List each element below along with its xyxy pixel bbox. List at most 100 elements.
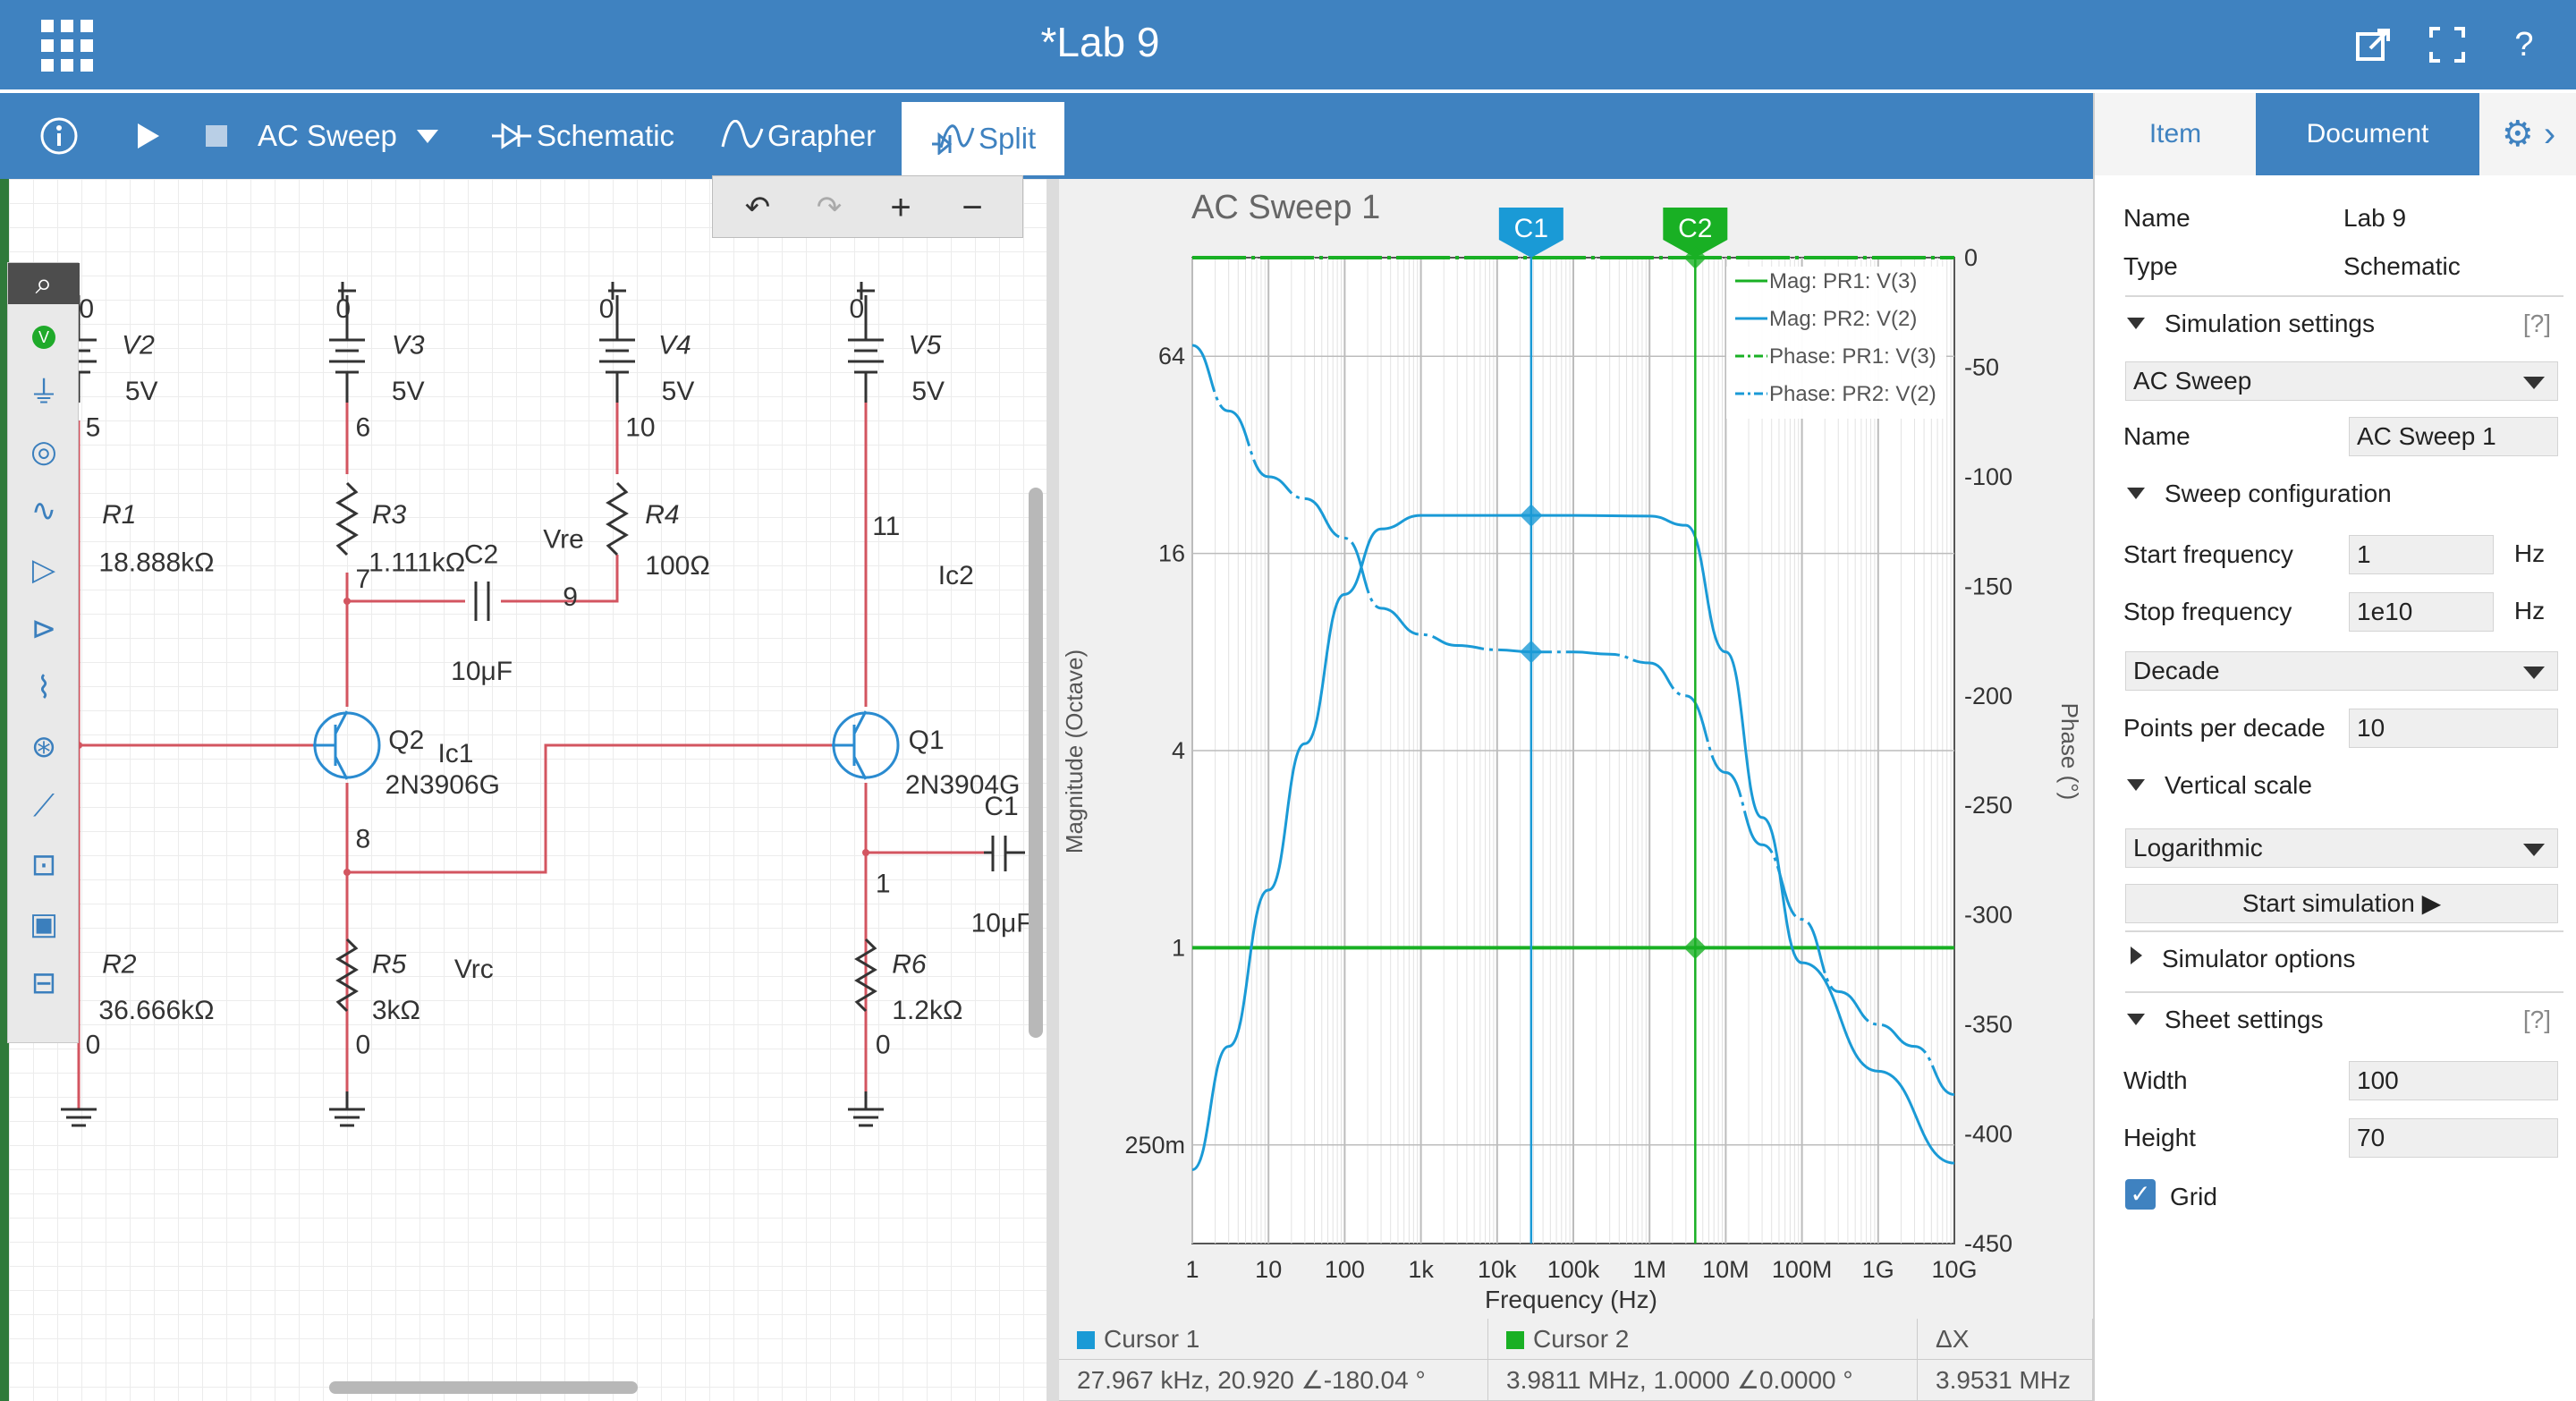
split-divider[interactable] (1046, 179, 1059, 1401)
dx-value: 3.9531 MHz (1918, 1360, 2093, 1401)
redo-icon[interactable]: ↷ (808, 187, 851, 228)
schematic-label: 10μF (971, 908, 1033, 938)
title-bar: *Lab 9 ? (0, 0, 2576, 89)
wire[interactable] (345, 403, 619, 474)
wire[interactable] (347, 743, 832, 874)
logic-block-icon[interactable]: ⊡ (8, 837, 80, 893)
schematic-vertical-scrollbar[interactable] (1029, 488, 1043, 1038)
vertical-scale-section[interactable]: Vertical scale (2125, 759, 2563, 811)
resistor-r4[interactable] (606, 481, 629, 556)
schematic-label: 1 (876, 869, 891, 898)
schematic-horizontal-scrollbar[interactable] (329, 1381, 638, 1394)
schematic-drawing[interactable]: 0V25V5R118.888kΩR236.666kΩ00V35V6R31.111… (0, 179, 1046, 1401)
x-tick-label: 1 (1185, 1256, 1199, 1283)
search-icon[interactable]: ⌕ (8, 263, 80, 304)
play-icon[interactable] (134, 122, 161, 150)
vertical-scale-select[interactable]: Logarithmic (2125, 828, 2558, 868)
lamp-icon[interactable]: ⊛ (8, 719, 80, 775)
y2-tick-label: -200 (1964, 683, 2012, 709)
ground-symbol[interactable] (329, 1091, 365, 1127)
resistor-icon[interactable]: ∿ (8, 483, 80, 539)
y2-tick-label: -300 (1964, 902, 2012, 929)
tab-grapher[interactable]: Grapher (721, 93, 876, 179)
zoom-out-button[interactable]: − (951, 187, 994, 228)
probe-icon[interactable]: V (8, 308, 80, 363)
resistor-r3[interactable] (335, 481, 359, 556)
help-icon[interactable]: ? (2504, 25, 2544, 64)
undo-icon[interactable]: ↶ (736, 187, 779, 228)
tab-item[interactable]: Item (2095, 93, 2256, 175)
x-tick-label: 10 (1255, 1256, 1282, 1283)
properties-panel: Item Document ⚙ › Name Lab 9 Type Schema… (2093, 93, 2576, 1401)
stop-frequency-field[interactable]: 1e10 (2349, 592, 2494, 632)
gear-icon[interactable]: ⚙ › (2479, 93, 2576, 175)
help-link[interactable]: [?] (2523, 310, 2551, 338)
schematic-label: 1.111kΩ (369, 548, 465, 577)
sim-name-field[interactable]: AC Sweep 1 (2349, 417, 2558, 456)
cursor-readout-bar: Cursor 1 Cursor 2 ΔX 27.967 kHz, 20.920 … (1059, 1319, 2093, 1401)
type-label: Type (2123, 252, 2178, 280)
sheet-settings-label: Sheet settings (2165, 1006, 2324, 1033)
ground-symbol[interactable] (848, 1091, 884, 1127)
ac-source-icon[interactable]: ◎ (8, 424, 80, 480)
analysis-dropdown[interactable]: AC Sweep (258, 93, 438, 179)
width-field[interactable]: 100 (2349, 1061, 2558, 1100)
simulation-settings-section[interactable]: Simulation settings [?] (2125, 295, 2563, 347)
x-tick-label: 1k (1408, 1256, 1434, 1283)
ground-icon[interactable]: ⏚ (8, 365, 80, 420)
legend-entry-1: Mag: PR2: V(2) (1769, 307, 1917, 331)
opamp-icon[interactable]: ▷ (8, 542, 80, 598)
analysis-select[interactable]: AC Sweep (2125, 361, 2558, 401)
capacitor-c1[interactable] (984, 836, 1025, 871)
schematic-label: 0 (86, 1031, 101, 1060)
diode-icon[interactable]: ⊳ (8, 601, 80, 657)
document-title: *Lab 9 (1040, 19, 1160, 65)
x-tick-label: 100k (1547, 1256, 1600, 1283)
chart-legend: Mag: PR1: V(3) Mag: PR2: V(2) Phase: PR1: … (1726, 267, 1946, 419)
start-frequency-field[interactable]: 1 (2349, 535, 2494, 574)
y-tick-label: 64 (1158, 343, 1185, 369)
ac-sweep-chart[interactable]: AC Sweep 1 1 10 100 1k 10k 100k 1M 10M 100M 1G 10G… (1059, 179, 2093, 1319)
help-link[interactable]: [?] (2523, 1006, 2551, 1034)
grid-checkbox[interactable]: ✓ (2125, 1179, 2156, 1210)
connector-icon[interactable]: ⊟ (8, 955, 80, 1011)
stop-icon[interactable] (206, 125, 227, 147)
pop-out-icon[interactable] (2354, 25, 2394, 64)
width-label: Width (2123, 1066, 2188, 1094)
schematic-label: 0 (876, 1031, 891, 1060)
y-tick-label: 1 (1172, 934, 1185, 961)
simulator-options-section[interactable]: Simulator options (2125, 930, 2563, 982)
y2-tick-label: -250 (1964, 792, 2012, 819)
chevron-down-icon (416, 129, 438, 143)
schematic-label: 1.2kΩ (892, 996, 962, 1025)
sweep-configuration-section[interactable]: Sweep configuration (2125, 467, 2563, 519)
x-tick-label: 1G (1862, 1256, 1894, 1283)
tab-document[interactable]: Document (2256, 93, 2479, 175)
sweep-configuration-label: Sweep configuration (2165, 480, 2392, 507)
y2-tick-label: -350 (1964, 1011, 2012, 1038)
tab-split-label: Split (979, 122, 1037, 155)
schematic-label: Q2 (388, 726, 424, 755)
capacitor-c2[interactable] (474, 582, 490, 621)
start-simulation-button[interactable]: Start simulation ▶ (2125, 884, 2558, 923)
sheet-settings-section[interactable]: Sheet settings [?] (2125, 991, 2563, 1043)
sweep-scale-select[interactable]: Decade (2125, 651, 2558, 691)
fullscreen-icon[interactable] (2428, 25, 2467, 64)
points-per-decade-field[interactable]: 10 (2349, 709, 2558, 748)
sweep-scale-value: Decade (2133, 657, 2220, 684)
info-icon[interactable] (39, 116, 79, 156)
tab-split[interactable]: Split (902, 102, 1065, 175)
zoom-in-button[interactable]: + (879, 187, 922, 228)
cursor2-swatch (1506, 1331, 1524, 1349)
ground-symbol[interactable] (61, 1108, 97, 1127)
schematic-label: R6 (892, 949, 927, 979)
x-tick-label: 1M (1632, 1256, 1666, 1283)
ic-icon[interactable]: ▣ (8, 896, 80, 952)
switch-icon[interactable]: ⟋ (8, 778, 80, 834)
schematic-label: R1 (102, 500, 136, 530)
transistor-icon[interactable]: ⌇ (8, 660, 80, 716)
collapse-icon (2127, 318, 2145, 329)
tab-schematic[interactable]: Schematic (490, 93, 674, 179)
schematic-label: 0 (599, 294, 614, 324)
height-field[interactable]: 70 (2349, 1118, 2558, 1158)
